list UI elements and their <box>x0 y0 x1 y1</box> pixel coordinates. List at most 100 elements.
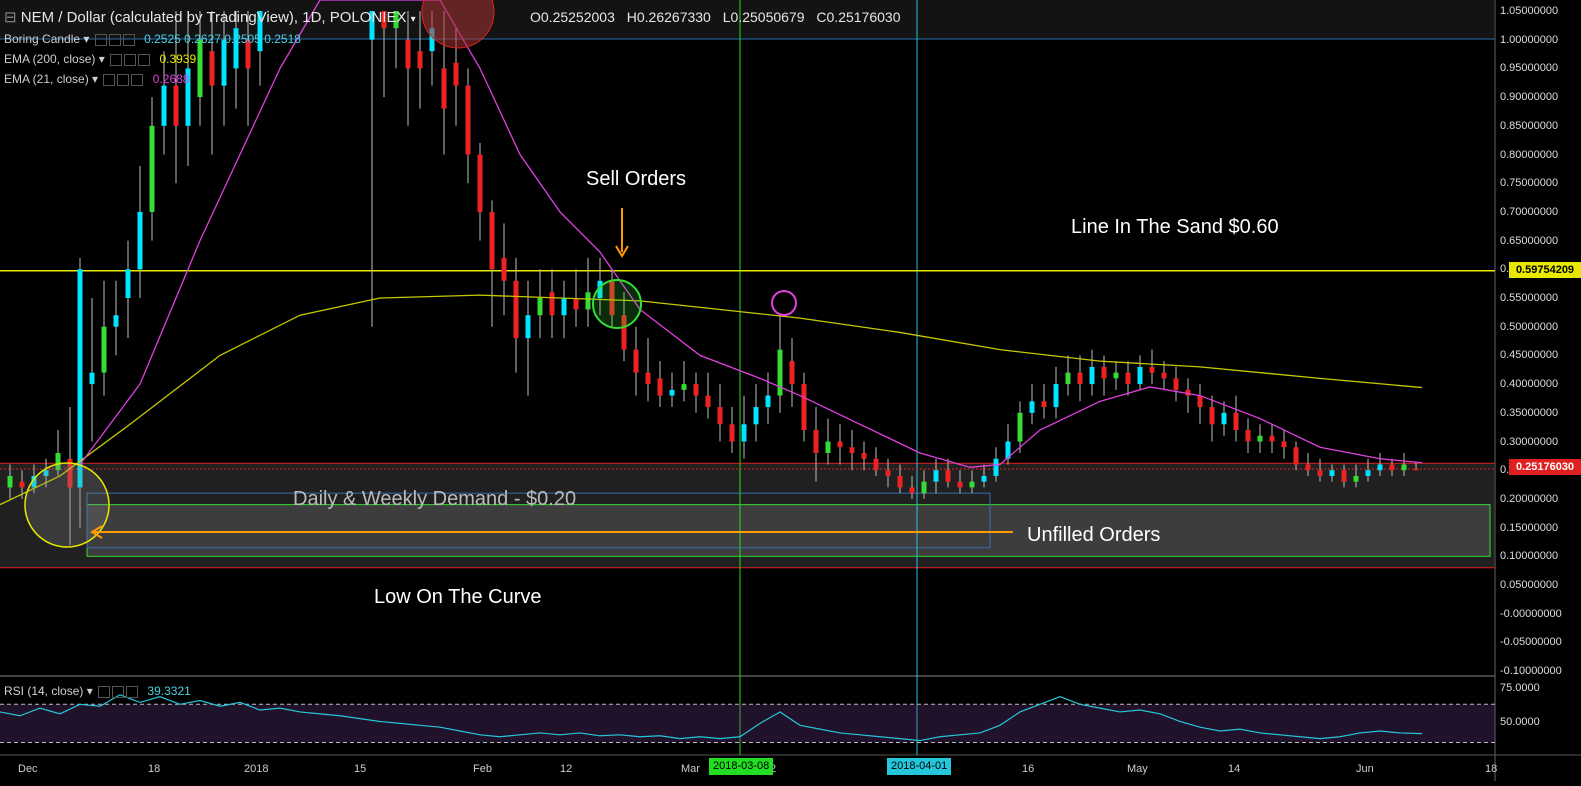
chevron-down-icon[interactable]: ▾ <box>99 52 105 66</box>
candle-body <box>669 389 675 396</box>
indicator-ema21[interactable]: EMA (21, close) ▾ 0.2688 <box>4 72 189 86</box>
settings-icon[interactable] <box>110 53 123 66</box>
candle-body <box>525 315 531 339</box>
candle-body <box>209 51 215 86</box>
date-marker-1: 2018-03-08 <box>709 758 774 775</box>
sell-orders-label: Sell Orders <box>586 168 687 190</box>
time-tick-label: Jun <box>1356 763 1374 775</box>
price-chart[interactable] <box>0 0 1581 781</box>
candle-body <box>705 395 711 408</box>
time-tick-label: 12 <box>560 763 573 775</box>
candle-body <box>501 257 507 281</box>
line-price-label: 0.59754209 <box>1509 262 1581 278</box>
time-tick-label: Feb <box>473 763 492 775</box>
candle-body <box>777 349 783 396</box>
settings-icon[interactable] <box>98 685 111 698</box>
low-label: L <box>722 9 731 25</box>
demand-zone-box <box>86 504 1491 557</box>
candle-body <box>465 85 471 155</box>
close-icon[interactable] <box>122 33 135 46</box>
close-icon[interactable] <box>138 53 151 66</box>
indicator-ema200[interactable]: EMA (200, close) ▾ 0.3939 <box>4 52 196 66</box>
time-tick-label: 14 <box>1228 763 1241 775</box>
candle-body <box>561 298 567 316</box>
date-marker-2: 2018-04-01 <box>887 758 952 775</box>
candle-body <box>1173 378 1179 390</box>
candle-body <box>1041 401 1047 408</box>
candle-body <box>825 441 831 453</box>
candle-body <box>1365 470 1371 476</box>
candle-body <box>1161 372 1167 379</box>
indicator-rsi[interactable]: RSI (14, close) ▾ 39.3321 <box>4 684 191 698</box>
candle-body <box>89 372 95 385</box>
last-price-label: 0.25176030 <box>1509 459 1581 475</box>
close-icon[interactable] <box>131 73 144 86</box>
candle-body <box>221 39 227 86</box>
candle-body <box>1137 366 1143 385</box>
chevron-down-icon[interactable]: ▾ <box>92 72 98 86</box>
eye-icon[interactable] <box>124 53 137 66</box>
price-tick-label: 0.20000000 <box>1500 492 1559 505</box>
eye-icon[interactable] <box>112 685 125 698</box>
chevron-down-icon[interactable]: ▾ <box>87 684 93 698</box>
candle-body <box>149 125 155 212</box>
candle-body <box>1065 372 1071 385</box>
price-tick-label: 0.30000000 <box>1500 435 1559 448</box>
candle-body <box>161 85 167 126</box>
candle-body <box>1221 412 1227 425</box>
indicator-boring-candle[interactable]: Boring Candle ▾ 0.2525 0.2627 0.2505 0.2… <box>4 32 301 46</box>
candle-body <box>909 487 915 494</box>
price-tick-label: -0.05000000 <box>1500 636 1562 649</box>
price-tick-label: 0.70000000 <box>1500 205 1559 218</box>
price-tick-label: 0.90000000 <box>1500 91 1559 104</box>
open-label: O <box>530 9 541 25</box>
candle-body <box>717 407 723 425</box>
candle-body <box>19 481 25 488</box>
eye-icon[interactable] <box>117 73 130 86</box>
candle-body <box>1245 430 1251 442</box>
eye-icon[interactable] <box>108 33 121 46</box>
candle-body <box>477 154 483 212</box>
close-icon[interactable] <box>126 685 139 698</box>
candle-body <box>945 470 951 482</box>
candle-body <box>1281 441 1287 448</box>
collapse-icon[interactable]: ⊟ <box>4 9 17 26</box>
candle-body <box>693 384 699 396</box>
price-tick-label: 0.50000000 <box>1500 320 1559 333</box>
indicator-label: Boring Candle <box>4 32 81 46</box>
rsi-tick-50: 50.0000 <box>1500 716 1540 728</box>
settings-icon[interactable] <box>103 73 116 86</box>
candle-body <box>1329 470 1335 476</box>
candle-body <box>1317 470 1323 476</box>
candle-body <box>1269 435 1275 442</box>
candle-body <box>1305 464 1311 471</box>
rsi-band <box>0 704 1495 743</box>
candle-body <box>1101 366 1107 379</box>
price-tick-label: 0.10000000 <box>1500 550 1559 563</box>
rsi-value: 39.3321 <box>147 684 191 698</box>
candle-body <box>405 39 411 69</box>
price-tick-label: 0.80000000 <box>1500 148 1559 161</box>
candle-body <box>921 481 927 494</box>
price-tick-label: 0.35000000 <box>1500 406 1559 419</box>
candle-body <box>1053 384 1059 408</box>
price-tick-label: 0.75000000 <box>1500 177 1559 190</box>
price-tick-label: 1.00000000 <box>1500 33 1559 46</box>
price-tick-label: -0.10000000 <box>1500 665 1562 678</box>
candle-body <box>969 481 975 488</box>
chevron-down-icon[interactable]: ▾ <box>411 14 416 25</box>
chevron-down-icon[interactable]: ▾ <box>83 32 89 46</box>
chart-title-bar[interactable]: ⊟ NEM / Dollar (calculated by TradingVie… <box>4 8 416 26</box>
candle-body <box>137 211 143 270</box>
settings-icon[interactable] <box>94 33 107 46</box>
candle-body <box>1029 401 1035 413</box>
low-value: 0.25050679 <box>730 9 805 25</box>
candle-body <box>453 62 459 86</box>
price-tick-label: 0.05000000 <box>1500 579 1559 591</box>
candle-body <box>1089 366 1095 385</box>
candle-body <box>197 39 203 98</box>
price-tick-label: 0.95000000 <box>1500 62 1559 75</box>
candle-body <box>113 315 119 327</box>
time-tick-label: 2018 <box>244 763 269 775</box>
price-tick-label: -0.00000000 <box>1500 607 1562 620</box>
